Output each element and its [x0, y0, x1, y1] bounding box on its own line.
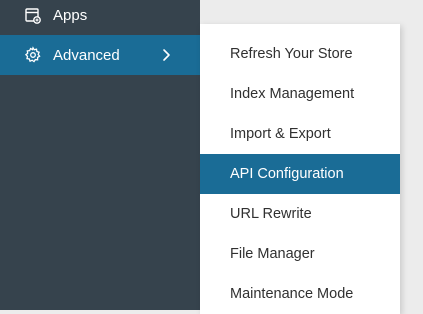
submenu-item-label: Index Management: [230, 86, 355, 102]
sidebar-item-advanced[interactable]: Advanced: [0, 35, 200, 75]
sidebar-item-label: Apps: [53, 6, 88, 24]
chevron-right-icon: [163, 49, 170, 61]
submenu-item-label: Import & Export: [230, 126, 331, 142]
submenu-item-label: API Configuration: [230, 166, 344, 182]
submenu-item-file-manager[interactable]: File Manager: [200, 234, 400, 274]
submenu-item-url-rewrite[interactable]: URL Rewrite: [200, 194, 400, 234]
submenu-item-label: Refresh Your Store: [230, 46, 353, 62]
sidebar: Apps Advanced: [0, 0, 200, 310]
sidebar-item-label: Advanced: [53, 46, 120, 64]
submenu-item-maintenance-mode[interactable]: Maintenance Mode: [200, 274, 400, 314]
submenu-item-refresh-your-store[interactable]: Refresh Your Store: [200, 34, 400, 74]
advanced-submenu: Refresh Your Store Index Management Impo…: [200, 24, 400, 314]
submenu-item-index-management[interactable]: Index Management: [200, 74, 400, 114]
submenu-item-label: File Manager: [230, 246, 315, 262]
submenu-item-import-export[interactable]: Import & Export: [200, 114, 400, 154]
gear-icon: [24, 46, 41, 63]
submenu-item-label: URL Rewrite: [230, 206, 312, 222]
apps-icon: [25, 8, 41, 24]
sidebar-item-apps[interactable]: Apps: [0, 0, 200, 34]
submenu-item-api-configuration[interactable]: API Configuration: [200, 154, 400, 194]
submenu-item-label: Maintenance Mode: [230, 286, 354, 302]
